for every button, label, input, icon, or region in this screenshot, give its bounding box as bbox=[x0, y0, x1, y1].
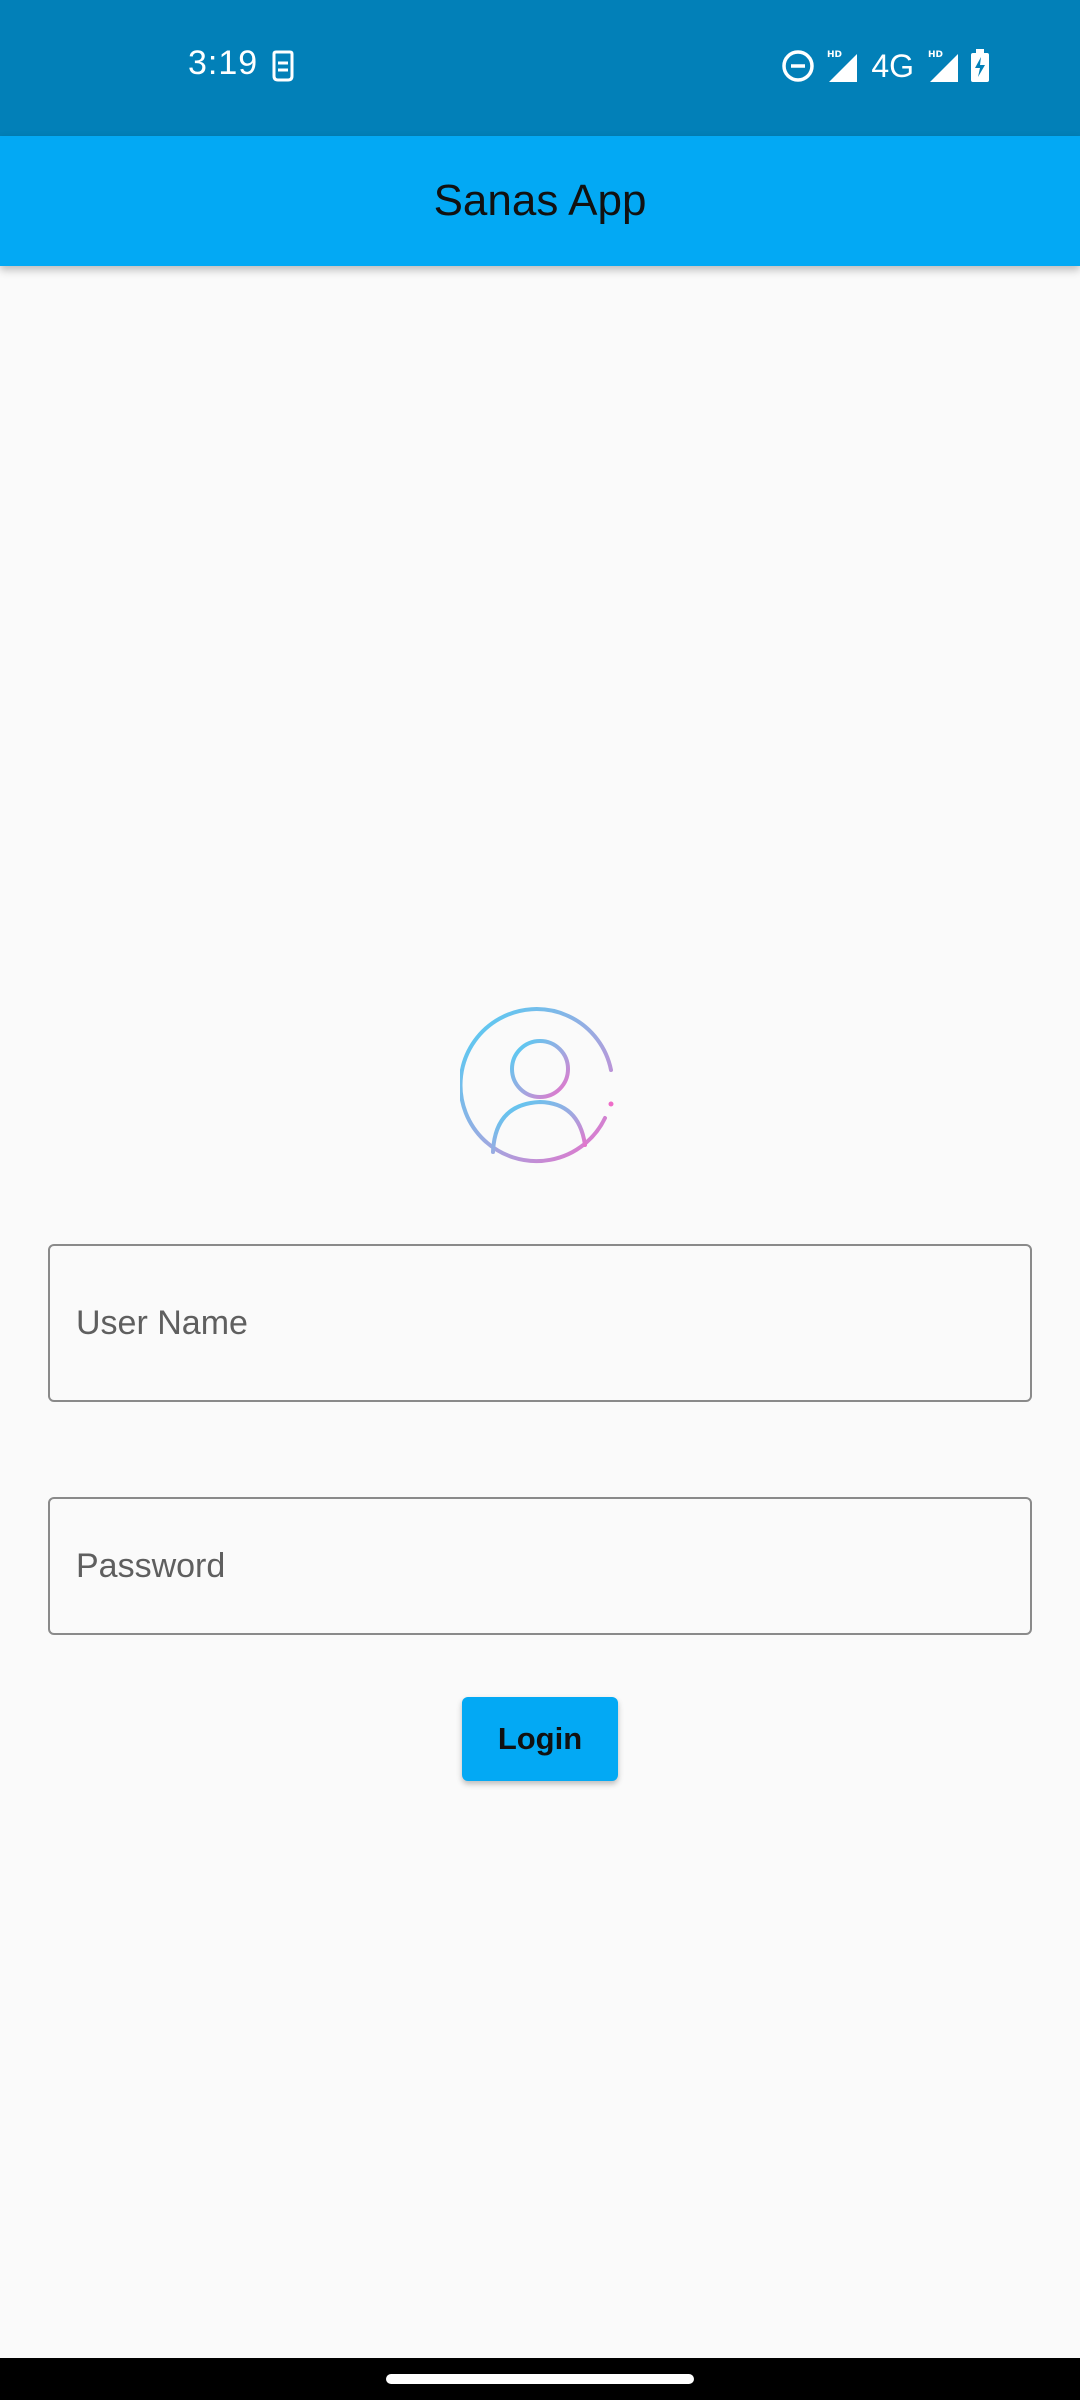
signal-icon: HD bbox=[928, 50, 958, 82]
status-bar: 3:19 HD 4G HD bbox=[0, 0, 1080, 136]
svg-text:HD: HD bbox=[827, 50, 842, 60]
password-field[interactable] bbox=[48, 1497, 1032, 1635]
dnd-icon bbox=[782, 50, 815, 82]
username-input[interactable] bbox=[50, 1246, 1030, 1400]
status-time: 3:19 bbox=[188, 44, 259, 82]
hd-signal-icon: HD bbox=[827, 50, 858, 82]
home-gesture-handle[interactable] bbox=[386, 2374, 694, 2384]
sim-icon bbox=[272, 50, 294, 82]
navigation-bar bbox=[0, 2358, 1080, 2400]
username-field[interactable] bbox=[48, 1244, 1032, 1402]
password-input[interactable] bbox=[50, 1499, 1030, 1633]
svg-text:HD: HD bbox=[928, 50, 943, 60]
login-button[interactable]: Login bbox=[462, 1697, 618, 1781]
app-bar: Sanas App bbox=[0, 136, 1080, 266]
user-avatar-icon bbox=[460, 1007, 614, 1164]
network-type: 4G bbox=[871, 47, 914, 84]
login-screen: 3:19 HD 4G HD Sanas App User Name Login bbox=[0, 0, 1080, 2400]
battery-charging-icon bbox=[971, 49, 989, 82]
app-title: Sanas App bbox=[433, 176, 647, 225]
status-icons: HD 4G HD bbox=[781, 46, 990, 86]
